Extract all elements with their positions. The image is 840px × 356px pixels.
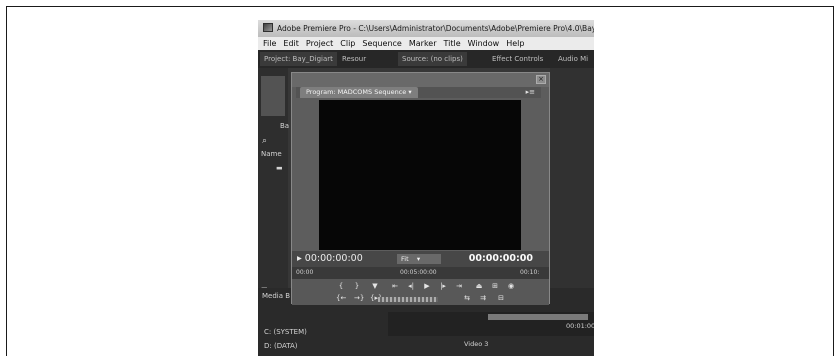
step-back-icon[interactable]: ◂| [406, 281, 416, 291]
timeline-panel: 00:01:00:00 [388, 312, 594, 336]
go-prev-edit-icon[interactable]: {← [336, 293, 346, 303]
menu-file[interactable]: File [263, 39, 276, 48]
safe-margins-icon[interactable]: ⊞ [490, 281, 500, 291]
mark-in-icon[interactable]: { [336, 281, 346, 291]
zoom-select[interactable]: Fit ▾ [397, 254, 441, 264]
lift-icon[interactable]: ⏏ [474, 281, 484, 291]
step-forward-icon[interactable]: |▸ [438, 281, 448, 291]
transport-controls: { } ▼ ⇤ ◂| ▶ |▸ ⇥ ⏏ ⊞ ◉ {← →} {▸} ⇆ ⇉ ⊟ [292, 279, 549, 305]
menu-help[interactable]: Help [506, 39, 524, 48]
menu-window[interactable]: Window [468, 39, 500, 48]
tab-program-monitor[interactable]: Program: MADCOMS Sequence ▾ [300, 87, 418, 98]
panel-tab-bar: Project: Bay_Digiart Resour Source: (no … [258, 50, 594, 68]
monitor-time-row: ▸ 00:00:00:00 Fit ▾ 00:00:00:00 [292, 251, 549, 267]
tab-source[interactable]: Source: (no clips) [398, 52, 467, 66]
ruler-tick-mid: 00:05:00:00 [400, 269, 437, 276]
menu-edit[interactable]: Edit [283, 39, 299, 48]
panel-menu-icon[interactable]: ▸≡ [526, 87, 535, 98]
media-browser-tab[interactable]: Media B [262, 292, 290, 300]
trim-icon[interactable]: ⇆ [462, 293, 472, 303]
drive-d[interactable]: D: (DATA) [264, 342, 297, 350]
go-next-edit-icon[interactable]: →} [354, 293, 364, 303]
timeline-zoom-bar[interactable] [488, 314, 588, 320]
close-icon[interactable]: × [536, 75, 546, 84]
bin-label: Ba [280, 122, 290, 130]
extract-icon[interactable]: ⇉ [478, 293, 488, 303]
menu-marker[interactable]: Marker [409, 39, 437, 48]
time-ruler[interactable]: 00:00 00:05:00:00 00:10: [292, 267, 549, 279]
tab-project[interactable]: Project: Bay_Digiart [260, 52, 337, 66]
monitor-titlebar[interactable] [292, 73, 549, 87]
menu-bar: File Edit Project Clip Sequence Marker Title Wi… [258, 37, 594, 50]
search-icon[interactable]: ⌕ [262, 136, 267, 146]
ruler-tick-end: 00:10: [520, 269, 540, 276]
video-display [319, 100, 521, 250]
monitor-tab-row: Program: MADCOMS Sequence ▾ ▸≡ [296, 87, 541, 98]
play-icon[interactable]: ▶ [422, 281, 432, 291]
track-video-3: Video 3 [464, 340, 489, 348]
drive-c[interactable]: C: (SYSTEM) [264, 328, 307, 336]
go-to-in-icon[interactable]: ⇤ [390, 281, 400, 291]
menu-sequence[interactable]: Sequence [362, 39, 401, 48]
mark-out-icon[interactable]: } [352, 281, 362, 291]
window-titlebar: Adobe Premiere Pro - C:\Users\Administra… [258, 20, 594, 37]
premiere-app-icon [263, 23, 273, 32]
tab-effect-controls[interactable]: Effect Controls [488, 52, 547, 66]
duration-timecode: 00:00:00:00 [468, 253, 533, 264]
menu-project[interactable]: Project [306, 39, 333, 48]
ruler-tick-start: 00:00 [296, 269, 314, 276]
set-marker-icon[interactable]: ▼ [370, 281, 380, 291]
zoom-value: Fit [401, 255, 409, 263]
multicam-icon[interactable]: ⊟ [496, 293, 506, 303]
menu-clip[interactable]: Clip [340, 39, 355, 48]
window-title: Adobe Premiere Pro - C:\Users\Administra… [277, 24, 594, 33]
tab-audio-mixer[interactable]: Audio Mi [554, 52, 592, 66]
menu-title[interactable]: Title [444, 39, 461, 48]
output-icon[interactable]: ◉ [506, 281, 516, 291]
bin-thumbnail [261, 76, 285, 116]
program-monitor-window: × Program: MADCOMS Sequence ▾ ▸≡ ▸ 00:00… [291, 72, 550, 305]
current-timecode-value: 00:00:00:00 [304, 253, 363, 264]
name-column-header[interactable]: Name [261, 150, 282, 158]
timeline-timecode: 00:01:00:00 [566, 322, 594, 330]
current-timecode[interactable]: ▸ 00:00:00:00 [297, 253, 363, 264]
jog-shuttle[interactable] [378, 297, 438, 302]
premiere-screenshot: Adobe Premiere Pro - C:\Users\Administra… [258, 20, 594, 356]
tab-resource[interactable]: Resour [338, 52, 370, 66]
go-to-out-icon[interactable]: ⇥ [454, 281, 464, 291]
program-tab-label: Program: MADCOMS Sequence [306, 88, 407, 96]
clip-icon: ▬ [276, 164, 283, 172]
